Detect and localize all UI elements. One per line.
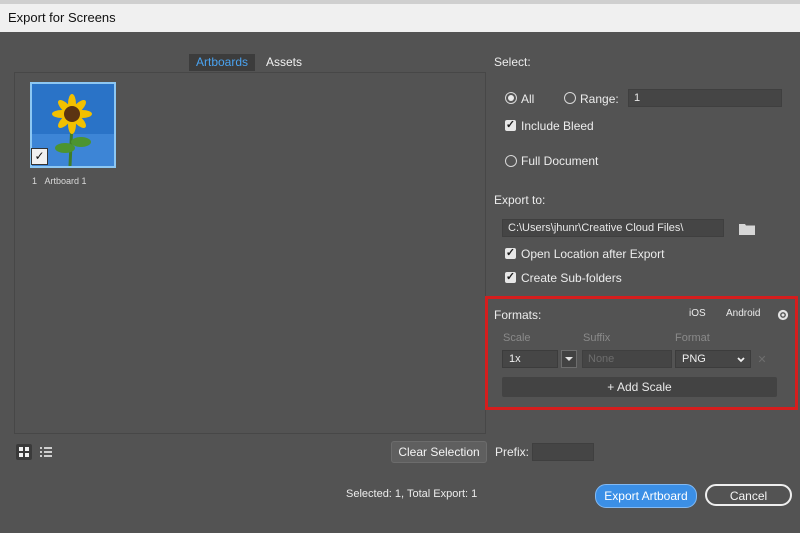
open-location-checkbox[interactable]: ✓ [505, 248, 516, 259]
ios-preset-button[interactable]: iOS [689, 308, 706, 319]
format-select-value: PNG [682, 353, 706, 365]
dialog-title-bar: Export for Screens [0, 4, 800, 32]
list-view-button[interactable] [38, 444, 54, 460]
range-radio[interactable] [564, 92, 576, 104]
list-view-icon [40, 447, 52, 457]
android-preset-button[interactable]: Android [726, 308, 760, 319]
tab-assets[interactable]: Assets [259, 54, 309, 71]
open-location-label: Open Location after Export [521, 247, 665, 261]
cancel-button[interactable]: Cancel [705, 484, 792, 506]
gear-icon-shape [777, 309, 789, 321]
chevron-down-icon [737, 357, 745, 363]
folder-icon[interactable] [739, 222, 755, 235]
folder-icon-shape [739, 224, 755, 235]
chevron-down-icon [565, 357, 573, 361]
gear-icon[interactable] [777, 308, 789, 321]
all-radio[interactable] [505, 92, 517, 104]
format-header: Format [675, 332, 710, 344]
select-label: Select: [494, 55, 531, 69]
plus-icon: + [607, 380, 615, 394]
artboard-name: Artboard 1 [44, 176, 87, 186]
scale-header: Scale [503, 332, 531, 344]
dialog-title: Export for Screens [8, 10, 116, 25]
grid-view-icon [19, 447, 29, 457]
export-to-label: Export to: [494, 193, 546, 207]
export-artboard-button[interactable]: Export Artboard [595, 484, 697, 508]
range-input[interactable]: 1 [628, 89, 782, 107]
full-document-radio[interactable] [505, 155, 517, 167]
export-path-input[interactable]: C:\Users\jhunr\Creative Cloud Files\ [502, 219, 724, 237]
scale-dropdown-button[interactable] [561, 350, 577, 368]
create-subfolders-label: Create Sub-folders [521, 271, 622, 285]
all-label: All [521, 92, 535, 106]
full-document-label: Full Document [521, 154, 599, 168]
range-label: Range: [580, 92, 619, 106]
clear-selection-button[interactable]: Clear Selection [391, 441, 487, 463]
suffix-input[interactable]: None [582, 350, 672, 368]
tab-artboards[interactable]: Artboards [189, 54, 256, 71]
artboard-index: 1 [32, 176, 38, 186]
export-summary: Selected: 1, Total Export: 1 [346, 488, 478, 500]
formats-label: Formats: [494, 308, 542, 322]
close-icon[interactable]: ✕ [757, 355, 767, 366]
prefix-input[interactable] [532, 443, 594, 461]
scale-select[interactable]: 1x [502, 350, 558, 368]
create-subfolders-checkbox[interactable]: ✓ [505, 272, 516, 283]
suffix-header: Suffix [583, 332, 611, 344]
grid-view-button[interactable] [16, 444, 32, 460]
format-select[interactable]: PNG [675, 350, 751, 368]
prefix-label: Prefix: [495, 445, 530, 459]
include-bleed-label: Include Bleed [521, 119, 594, 133]
artboard-select-checkbox[interactable]: ✓ [31, 148, 48, 165]
include-bleed-checkbox[interactable]: ✓ [505, 120, 516, 131]
add-scale-button[interactable]: + Add Scale [502, 377, 777, 397]
artboard-label: 1 Artboard 1 [32, 176, 87, 186]
add-scale-label: Add Scale [616, 380, 672, 394]
